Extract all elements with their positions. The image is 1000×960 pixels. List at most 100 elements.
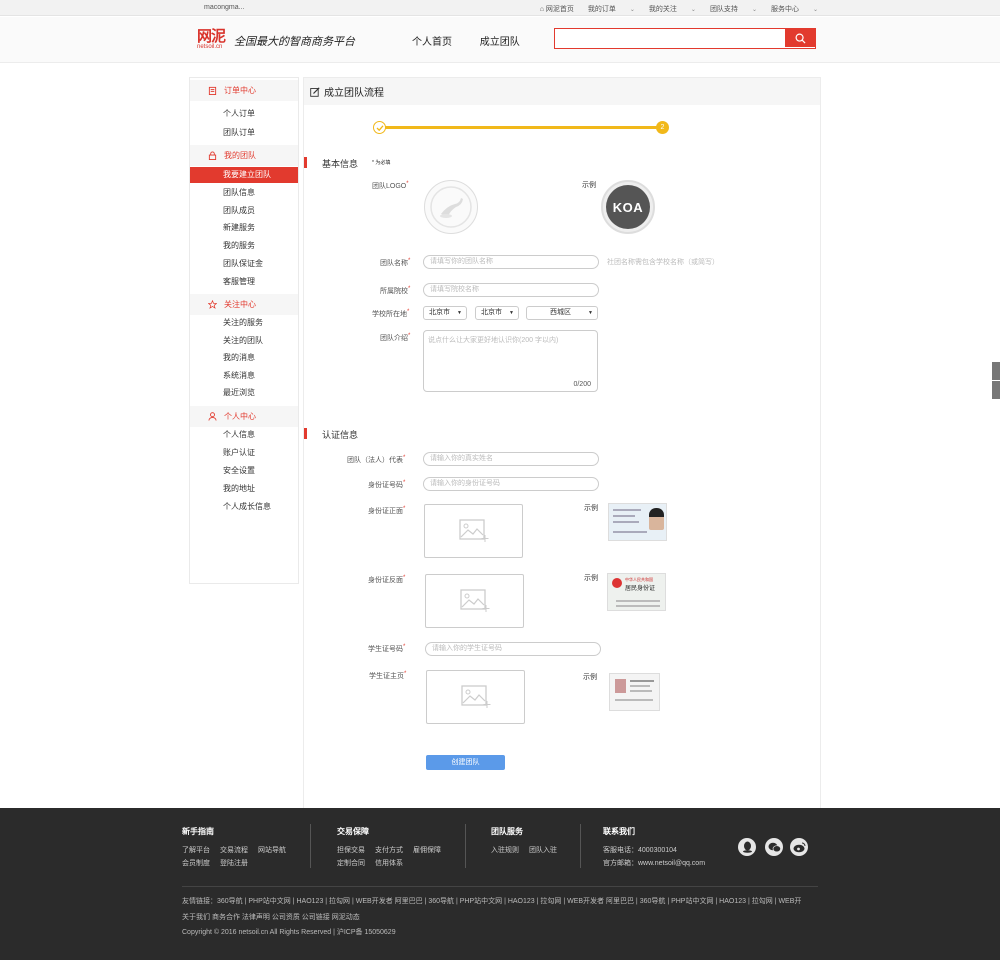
nav-personal-home[interactable]: 个人首页 [412,37,452,48]
sidebar-item-my-address[interactable]: 我的地址 [190,481,298,497]
contact-phone: 客服电话：4000300104 [603,847,677,854]
id-front-upload[interactable] [424,504,523,558]
sidebar-item-account-verify[interactable]: 账户认证 [190,445,298,461]
sidebar-item-team-members[interactable]: 团队成员 [190,203,298,219]
id-back-upload[interactable] [425,574,524,628]
sidebar-item-recent[interactable]: 最近浏览 [190,385,298,401]
search-input[interactable] [555,29,785,47]
section-basic-info: 基本信息 [304,157,358,170]
footer-link[interactable]: 了解平台 [182,847,210,854]
footer-link[interactable]: 雇佣保障 [413,847,441,854]
id-front-label: 身份证正面* [368,506,406,515]
footer-link[interactable]: 支付方式 [375,847,403,854]
city-select[interactable]: 北京市 ▼ [475,306,519,320]
footer-link[interactable]: 定制合同 [337,860,365,867]
footer-link[interactable]: 团队入驻 [529,847,557,854]
sidebar-item-personal-info[interactable]: 个人信息 [190,427,298,443]
sidebar-item-create-team[interactable]: 我要建立团队 [190,167,298,183]
footer-link[interactable]: 担保交易 [337,847,365,854]
top-link-orders[interactable]: 我的订单 ⌄ [588,4,635,14]
student-no-input[interactable]: 请输入你的学生证号码 [425,642,601,656]
province-select[interactable]: 北京市 ▼ [423,306,467,320]
page-title: 成立团队流程 [304,78,820,105]
wechat-social-button[interactable] [765,838,783,856]
footer-link[interactable]: 入驻规则 [491,847,519,854]
logo-example-label: 示例 [582,182,596,189]
district-select[interactable]: 西城区 ▼ [526,306,598,320]
top-link-home[interactable]: ⌂ 网泥首页 [540,4,574,14]
school-input[interactable]: 请填写院校名称 [423,283,599,297]
intro-char-count: 0/200 [573,381,591,388]
about-links[interactable]: 关于我们 商务合作 法律声明 公司资质 公司链接 网泥动态 [182,912,805,922]
user-icon [208,412,217,421]
logo-label: 团队LOGO* [372,181,409,190]
intro-textarea[interactable]: 说点什么让大家更好地认识你(200 字以内) 0/200 [423,330,598,392]
logo-upload[interactable] [424,180,478,234]
step-1-done [373,121,386,134]
top-bar: macongma... ⌂ 网泥首页 我的订单 ⌄ 我的关注 ⌄ 团队支持 ⌄ 服务中… [0,0,1000,16]
logo[interactable]: 网泥 netsoil.cn [197,29,226,51]
friend-links[interactable]: 友情链接：360导航 | PHP站中文网 | HAO123 | 拉勾网 | WE… [182,896,805,906]
footer-divider [465,824,466,868]
side-float-tab-2[interactable] [992,381,1000,399]
team-name-input[interactable]: 请填写你的团队名称 [423,255,599,269]
school-label: 所属院校* [380,286,411,295]
footer: 新手指南 了解平台 交易流程 网站导航 会员制度 登陆注册 交易保障 担保交易 支付方式… [0,808,1000,960]
sidebar-item-personal-orders[interactable]: 个人订单 [190,106,298,122]
search-icon [795,33,806,44]
wechat-icon [768,842,781,852]
nav-create-team[interactable]: 成立团队 [480,37,520,48]
image-upload-icon [459,589,489,612]
sidebar-item-new-service[interactable]: 新建服务 [190,220,298,236]
sidebar-item-security[interactable]: 安全设置 [190,463,298,479]
student-card-example-image [609,673,660,711]
footer-link[interactable]: 网站导航 [258,847,286,854]
sidebar-item-team-info[interactable]: 团队信息 [190,185,298,201]
sidebar-item-system-messages[interactable]: 系统消息 [190,368,298,384]
footer-col-guide: 新手指南 了解平台 交易流程 网站导航 会员制度 登陆注册 [182,827,286,867]
id-number-input[interactable]: 请输入你的身份证号码 [423,477,599,491]
create-team-button[interactable]: 创建团队 [426,755,505,770]
id-back-label: 身份证反面* [368,575,406,584]
sidebar-item-team-deposit[interactable]: 团队保证金 [190,256,298,272]
sidebar-item-followed-services[interactable]: 关注的服务 [190,315,298,331]
footer-link[interactable]: 登陆注册 [220,860,248,867]
top-links: ⌂ 网泥首页 我的订单 ⌄ 我的关注 ⌄ 团队支持 ⌄ 服务中心 ⌄ [526,4,818,14]
footer-link[interactable]: 信用体系 [375,860,403,867]
qq-social-button[interactable] [738,838,756,856]
chevron-down-icon: ⌄ [812,7,818,13]
footer-link[interactable]: 交易流程 [220,847,248,854]
dropdown-arrow-icon: ▼ [509,310,514,316]
username-link[interactable]: macongma... [204,4,244,11]
sidebar-group-my-team[interactable]: 我的团队 [190,145,298,166]
representative-label: 团队（法人）代表* [347,455,406,464]
student-card-upload[interactable] [426,670,525,724]
top-link-service-center[interactable]: 服务中心 ⌄ [771,4,818,14]
section-cert-info: 认证信息 [304,428,358,441]
sidebar-item-team-orders[interactable]: 团队订单 [190,125,298,141]
sidebar-item-support-mgmt[interactable]: 客服管理 [190,274,298,290]
representative-input[interactable]: 请输入你的真实姓名 [423,452,599,466]
intro-label: 团队介绍* [380,333,411,342]
top-link-follows[interactable]: 我的关注 ⌄ [649,4,696,14]
sidebar-item-growth-info[interactable]: 个人成长信息 [190,499,298,515]
weibo-social-button[interactable] [790,838,808,856]
search-button[interactable] [785,29,815,47]
footer-link[interactable]: 会员制度 [182,860,210,867]
sidebar-group-orders[interactable]: 订单中心 [190,80,298,101]
side-float-tab-1[interactable] [992,362,1000,380]
sidebar-item-followed-teams[interactable]: 关注的团队 [190,333,298,349]
sidebar-item-my-messages[interactable]: 我的消息 [190,350,298,366]
sidebar-group-follow-center[interactable]: 关注中心 [190,294,298,315]
id-back-example-label: 示例 [584,575,598,582]
id-front-example-image [608,503,667,541]
main-nav: 个人首页 成立团队 [412,33,545,48]
team-name-hint: 社团名称需包含学校名称（或简写） [607,259,719,266]
top-link-team-support[interactable]: 团队支持 ⌄ [710,4,757,14]
sidebar-item-my-services[interactable]: 我的服务 [190,238,298,254]
team-name-label: 团队名称* [380,258,411,267]
copyright: Copyright © 2016 netsoil.cn All Rights R… [182,929,396,936]
star-icon [208,300,217,309]
sidebar: 订单中心 个人订单 团队订单 我的团队 我要建立团队 团队信息 团队成员 新建服… [189,77,299,584]
sidebar-group-personal-center[interactable]: 个人中心 [190,406,298,427]
